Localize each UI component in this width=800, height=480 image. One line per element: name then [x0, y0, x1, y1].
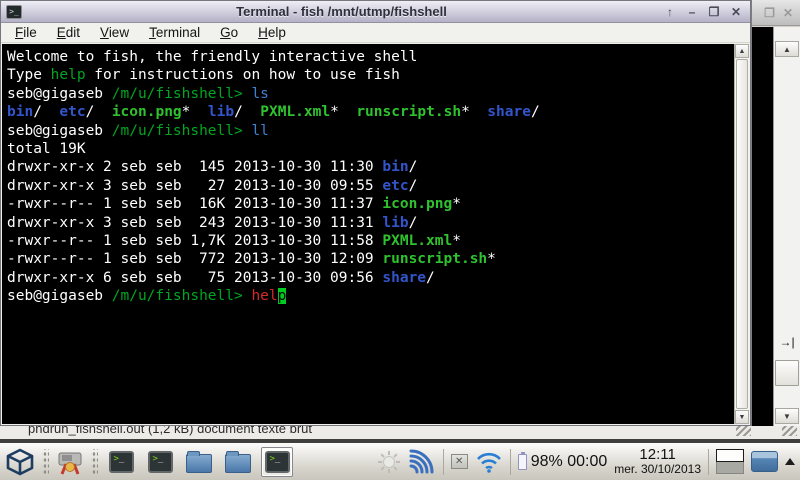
- taskbar: >_ >_ >_: [0, 439, 800, 480]
- panel-handle[interactable]: [91, 449, 98, 475]
- taskbar-button-filemanager-1[interactable]: [183, 447, 215, 477]
- terminal-line: drwxr-xr-x 2 seb seb 145 2013-10-30 11:3…: [7, 158, 734, 176]
- terminal-scroll-down-icon[interactable]: ▼: [735, 410, 749, 424]
- editor-scroll-thumb[interactable]: [775, 360, 799, 386]
- menu-help[interactable]: Help: [248, 23, 296, 43]
- menu-terminal[interactable]: Terminal: [139, 23, 210, 43]
- menu-edit[interactable]: Edit: [47, 23, 90, 43]
- terminal-line: Type help for instructions on how to use…: [7, 66, 734, 84]
- clock[interactable]: 12:11 mer. 30/10/2013: [614, 447, 701, 475]
- terminal-line: -rwxr--r-- 1 seb seb 772 2013-10-30 12:0…: [7, 250, 734, 268]
- main-menu-cube-icon[interactable]: [5, 447, 35, 477]
- menu-go[interactable]: Go: [210, 23, 248, 43]
- taskbar-button-terminal-active[interactable]: >_: [261, 447, 293, 477]
- battery-percent: 98%: [531, 453, 563, 470]
- maximize-window-icon[interactable]: ❐: [705, 2, 723, 22]
- clock-date: mer. 30/10/2013: [614, 463, 701, 476]
- terminal-scrollbar[interactable]: ▲ ▼: [734, 44, 749, 424]
- editor-scroll-down-icon[interactable]: ▼: [775, 408, 799, 424]
- menu-file[interactable]: File: [5, 23, 47, 43]
- window-title: Terminal - fish /mnt/utmp/fishshell: [26, 4, 657, 19]
- panel-expand-icon[interactable]: [785, 458, 795, 465]
- shade-window-icon[interactable]: ↑: [661, 2, 679, 22]
- workspace-1-active[interactable]: [716, 449, 744, 462]
- close-window-icon[interactable]: ✕: [727, 2, 745, 22]
- terminal-lines[interactable]: Welcome to fish, the friendly interactiv…: [2, 44, 734, 424]
- workspace-2[interactable]: [716, 462, 744, 474]
- terminal-line: Welcome to fish, the friendly interactiv…: [7, 48, 734, 66]
- minimize-window-icon[interactable]: –: [683, 2, 701, 22]
- terminal-line: seb@gigaseb /m/u/fishshell> ll: [7, 122, 734, 140]
- background-editor-window[interactable]: ❐ ✕ ▲ →| ▼: [751, 0, 800, 426]
- battery-icon: [518, 454, 527, 470]
- terminal-line: seb@gigaseb /m/u/fishshell> help: [7, 287, 734, 305]
- show-desktop-button[interactable]: [751, 451, 778, 472]
- folder-icon: [225, 454, 251, 473]
- terminal-line: -rwxr--r-- 1 seb seb 16K 2013-10-30 11:3…: [7, 195, 734, 213]
- folder-icon: [186, 454, 212, 473]
- brightness-sun-icon[interactable]: [377, 450, 401, 474]
- terminal-app-icon: >_: [6, 5, 22, 19]
- taskbar-button-filemanager-2[interactable]: [222, 447, 254, 477]
- tab-jump-icon: →|: [774, 335, 800, 349]
- editor-content-strip: [752, 27, 773, 426]
- terminal-window: >_ Terminal - fish /mnt/utmp/fishshell ↑…: [0, 0, 751, 426]
- wifi-icon[interactable]: [475, 451, 503, 473]
- terminal-line: seb@gigaseb /m/u/fishshell> ls: [7, 85, 734, 103]
- terminal-line: total 19K: [7, 140, 734, 158]
- terminal-line: bin/ etc/ icon.png* lib/ PXML.xml* runsc…: [7, 103, 734, 121]
- menu-view[interactable]: View: [90, 23, 139, 43]
- network-disconnected-icon[interactable]: ✕: [451, 454, 468, 469]
- editor-close-icon[interactable]: ✕: [783, 7, 793, 19]
- terminal-icon: >_: [265, 451, 290, 473]
- terminal-scroll-thumb[interactable]: [736, 59, 748, 409]
- clock-time: 12:11: [614, 447, 701, 463]
- panel-handle[interactable]: [42, 449, 49, 475]
- terminal-line: drwxr-xr-x 3 seb seb 243 2013-10-30 11:3…: [7, 214, 734, 232]
- workspace-pager[interactable]: [716, 449, 744, 474]
- battery-time: 00:00: [567, 453, 607, 470]
- editor-scroll-up-icon[interactable]: ▲: [775, 41, 799, 57]
- device-award-icon[interactable]: [56, 448, 84, 476]
- terminal-titlebar[interactable]: >_ Terminal - fish /mnt/utmp/fishshell ↑…: [1, 1, 750, 23]
- editor-maximize-icon[interactable]: ❐: [764, 7, 775, 19]
- terminal-line: drwxr-xr-x 3 seb seb 27 2013-10-30 09:55…: [7, 177, 734, 195]
- terminal-icon: >_: [109, 451, 134, 473]
- editor-titlebar: ❐ ✕: [752, 0, 800, 26]
- menubar: File Edit View Terminal Go Help: [1, 23, 750, 43]
- cpu-speed-waves-icon[interactable]: [408, 449, 436, 475]
- terminal-line: drwxr-xr-x 6 seb seb 75 2013-10-30 09:56…: [7, 269, 734, 287]
- battery-status[interactable]: 98% 00:00: [518, 453, 608, 471]
- editor-scrollbar[interactable]: ▲ →| ▼: [773, 27, 800, 426]
- taskbar-button-terminal-2[interactable]: >_: [144, 447, 176, 477]
- terminal-line: -rwxr--r-- 1 seb seb 1,7K 2013-10-30 11:…: [7, 232, 734, 250]
- terminal-icon: >_: [148, 451, 173, 473]
- terminal-scroll-up-icon[interactable]: ▲: [735, 44, 749, 58]
- taskbar-button-terminal-1[interactable]: >_: [105, 447, 137, 477]
